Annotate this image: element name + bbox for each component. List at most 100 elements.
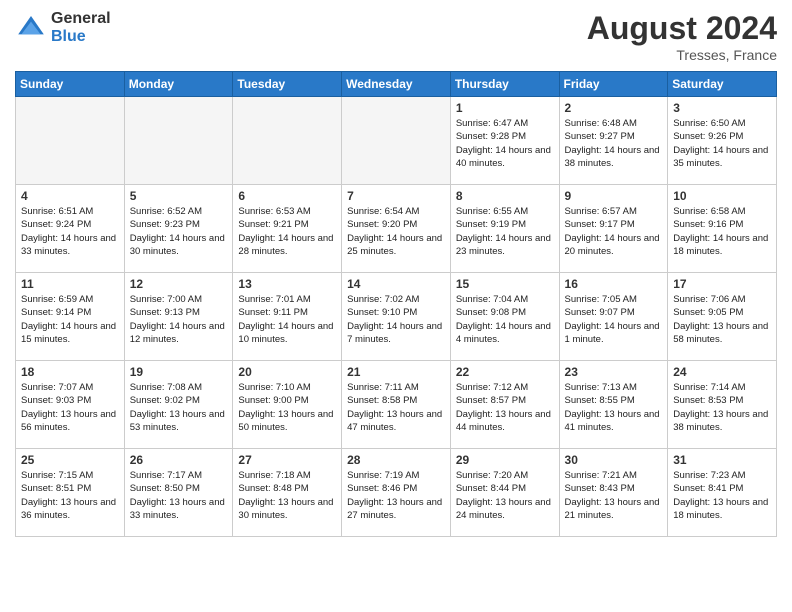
day-info: Sunrise: 7:20 AMSunset: 8:44 PMDaylight:… <box>456 469 554 522</box>
day-info: Sunrise: 6:48 AMSunset: 9:27 PMDaylight:… <box>565 117 663 170</box>
logo-text: General Blue <box>51 10 111 45</box>
day-number: 10 <box>673 189 771 203</box>
calendar-table: SundayMondayTuesdayWednesdayThursdayFrid… <box>15 71 777 537</box>
day-number: 12 <box>130 277 228 291</box>
day-info: Sunrise: 6:52 AMSunset: 9:23 PMDaylight:… <box>130 205 228 258</box>
calendar-cell: 21 Sunrise: 7:11 AMSunset: 8:58 PMDayligh… <box>342 361 451 449</box>
calendar-cell: 29Sunrise: 7:20 AMSunset: 8:44 PMDayligh… <box>450 449 559 537</box>
calendar-cell: 12 Sunrise: 7:00 AMSunset: 9:13 PMDayligh… <box>124 273 233 361</box>
days-header-row: SundayMondayTuesdayWednesdayThursdayFrid… <box>16 72 777 97</box>
calendar-cell: 6 Sunrise: 6:53 AMSunset: 9:21 PMDaylight… <box>233 185 342 273</box>
day-info: Sunrise: 7:18 AMSunset: 8:48 PMDaylight:… <box>238 469 336 522</box>
calendar-cell: 28Sunrise: 7:19 AMSunset: 8:46 PMDayligh… <box>342 449 451 537</box>
day-info: Sunrise: 6:50 AMSunset: 9:26 PMDaylight:… <box>673 117 771 170</box>
day-info: Sunrise: 7:17 AMSunset: 8:50 PMDaylight:… <box>130 469 228 522</box>
day-info: Sunrise: 7:02 AMSunset: 9:10 PMDaylight:… <box>347 293 445 346</box>
day-header-tuesday: Tuesday <box>233 72 342 97</box>
day-number: 31 <box>673 453 771 467</box>
title-block: August 2024 Tresses, France <box>587 10 777 63</box>
day-info: Sunrise: 7:19 AMSunset: 8:46 PMDaylight:… <box>347 469 445 522</box>
day-info: Sunrise: 7:04 AMSunset: 9:08 PMDaylight:… <box>456 293 554 346</box>
calendar-week-row: 18 Sunrise: 7:07 AMSunset: 9:03 PMDayligh… <box>16 361 777 449</box>
day-number: 25 <box>21 453 119 467</box>
day-info: Sunrise: 7:10 AMSunset: 9:00 PMDaylight:… <box>238 381 336 434</box>
day-header-monday: Monday <box>124 72 233 97</box>
calendar-cell: 16 Sunrise: 7:05 AMSunset: 9:07 PMDayligh… <box>559 273 668 361</box>
day-number: 6 <box>238 189 336 203</box>
day-info: Sunrise: 7:12 AMSunset: 8:57 PMDaylight:… <box>456 381 554 434</box>
day-info: Sunrise: 6:51 AMSunset: 9:24 PMDaylight:… <box>21 205 119 258</box>
calendar-cell: 31 Sunrise: 7:23 AMSunset: 8:41 PMDayligh… <box>668 449 777 537</box>
day-info: Sunrise: 7:08 AMSunset: 9:02 PMDaylight:… <box>130 381 228 434</box>
day-header-friday: Friday <box>559 72 668 97</box>
calendar-cell: 4 Sunrise: 6:51 AMSunset: 9:24 PMDaylight… <box>16 185 125 273</box>
day-number: 8 <box>456 189 554 203</box>
day-info: Sunrise: 7:13 AMSunset: 8:55 PMDaylight:… <box>565 381 663 434</box>
day-info: Sunrise: 6:57 AMSunset: 9:17 PMDaylight:… <box>565 205 663 258</box>
calendar-cell: 22Sunrise: 7:12 AMSunset: 8:57 PMDayligh… <box>450 361 559 449</box>
calendar-cell <box>124 97 233 185</box>
day-number: 3 <box>673 101 771 115</box>
day-header-thursday: Thursday <box>450 72 559 97</box>
calendar-cell <box>233 97 342 185</box>
day-number: 9 <box>565 189 663 203</box>
day-number: 7 <box>347 189 445 203</box>
day-number: 30 <box>565 453 663 467</box>
day-info: Sunrise: 6:55 AMSunset: 9:19 PMDaylight:… <box>456 205 554 258</box>
day-number: 20 <box>238 365 336 379</box>
calendar-cell: 18 Sunrise: 7:07 AMSunset: 9:03 PMDayligh… <box>16 361 125 449</box>
calendar-cell: 15Sunrise: 7:04 AMSunset: 9:08 PMDayligh… <box>450 273 559 361</box>
calendar-cell: 20 Sunrise: 7:10 AMSunset: 9:00 PMDayligh… <box>233 361 342 449</box>
day-header-wednesday: Wednesday <box>342 72 451 97</box>
calendar-cell: 19 Sunrise: 7:08 AMSunset: 9:02 PMDayligh… <box>124 361 233 449</box>
month-title: August 2024 <box>587 10 777 47</box>
calendar-cell <box>16 97 125 185</box>
day-number: 18 <box>21 365 119 379</box>
calendar-cell: 7Sunrise: 6:54 AMSunset: 9:20 PMDaylight… <box>342 185 451 273</box>
calendar-cell: 25 Sunrise: 7:15 AMSunset: 8:51 PMDayligh… <box>16 449 125 537</box>
day-info: Sunrise: 6:58 AMSunset: 9:16 PMDaylight:… <box>673 205 771 258</box>
page-header: General Blue August 2024 Tresses, France <box>15 10 777 63</box>
day-info: Sunrise: 6:47 AMSunset: 9:28 PMDaylight:… <box>456 117 554 170</box>
logo-blue-text: Blue <box>51 28 111 46</box>
day-number: 5 <box>130 189 228 203</box>
day-info: Sunrise: 6:53 AMSunset: 9:21 PMDaylight:… <box>238 205 336 258</box>
day-info: Sunrise: 7:05 AMSunset: 9:07 PMDaylight:… <box>565 293 663 346</box>
day-info: Sunrise: 7:06 AMSunset: 9:05 PMDaylight:… <box>673 293 771 346</box>
calendar-cell: 30 Sunrise: 7:21 AMSunset: 8:43 PMDayligh… <box>559 449 668 537</box>
calendar-cell: 11 Sunrise: 6:59 AMSunset: 9:14 PMDayligh… <box>16 273 125 361</box>
logo-general-text: General <box>51 10 111 28</box>
day-number: 19 <box>130 365 228 379</box>
day-number: 21 <box>347 365 445 379</box>
logo: General Blue <box>15 10 111 45</box>
day-info: Sunrise: 7:23 AMSunset: 8:41 PMDaylight:… <box>673 469 771 522</box>
logo-icon <box>15 12 47 44</box>
location: Tresses, France <box>587 47 777 63</box>
calendar-cell: 23 Sunrise: 7:13 AMSunset: 8:55 PMDayligh… <box>559 361 668 449</box>
day-info: Sunrise: 7:14 AMSunset: 8:53 PMDaylight:… <box>673 381 771 434</box>
day-info: Sunrise: 7:07 AMSunset: 9:03 PMDaylight:… <box>21 381 119 434</box>
day-number: 17 <box>673 277 771 291</box>
day-number: 16 <box>565 277 663 291</box>
day-number: 1 <box>456 101 554 115</box>
day-info: Sunrise: 7:21 AMSunset: 8:43 PMDaylight:… <box>565 469 663 522</box>
day-number: 4 <box>21 189 119 203</box>
calendar-cell: 27Sunrise: 7:18 AMSunset: 8:48 PMDayligh… <box>233 449 342 537</box>
calendar-cell: 9 Sunrise: 6:57 AMSunset: 9:17 PMDaylight… <box>559 185 668 273</box>
day-number: 11 <box>21 277 119 291</box>
day-number: 23 <box>565 365 663 379</box>
day-header-sunday: Sunday <box>16 72 125 97</box>
day-info: Sunrise: 7:11 AMSunset: 8:58 PMDaylight:… <box>347 381 445 434</box>
day-number: 14 <box>347 277 445 291</box>
calendar-cell: 24Sunrise: 7:14 AMSunset: 8:53 PMDayligh… <box>668 361 777 449</box>
calendar-week-row: 25 Sunrise: 7:15 AMSunset: 8:51 PMDayligh… <box>16 449 777 537</box>
calendar-cell: 3 Sunrise: 6:50 AMSunset: 9:26 PMDaylight… <box>668 97 777 185</box>
day-info: Sunrise: 7:00 AMSunset: 9:13 PMDaylight:… <box>130 293 228 346</box>
day-number: 13 <box>238 277 336 291</box>
day-number: 26 <box>130 453 228 467</box>
calendar-cell: 2Sunrise: 6:48 AMSunset: 9:27 PMDaylight… <box>559 97 668 185</box>
day-info: Sunrise: 7:15 AMSunset: 8:51 PMDaylight:… <box>21 469 119 522</box>
calendar-cell: 26 Sunrise: 7:17 AMSunset: 8:50 PMDayligh… <box>124 449 233 537</box>
calendar-week-row: 4 Sunrise: 6:51 AMSunset: 9:24 PMDaylight… <box>16 185 777 273</box>
day-info: Sunrise: 6:59 AMSunset: 9:14 PMDaylight:… <box>21 293 119 346</box>
